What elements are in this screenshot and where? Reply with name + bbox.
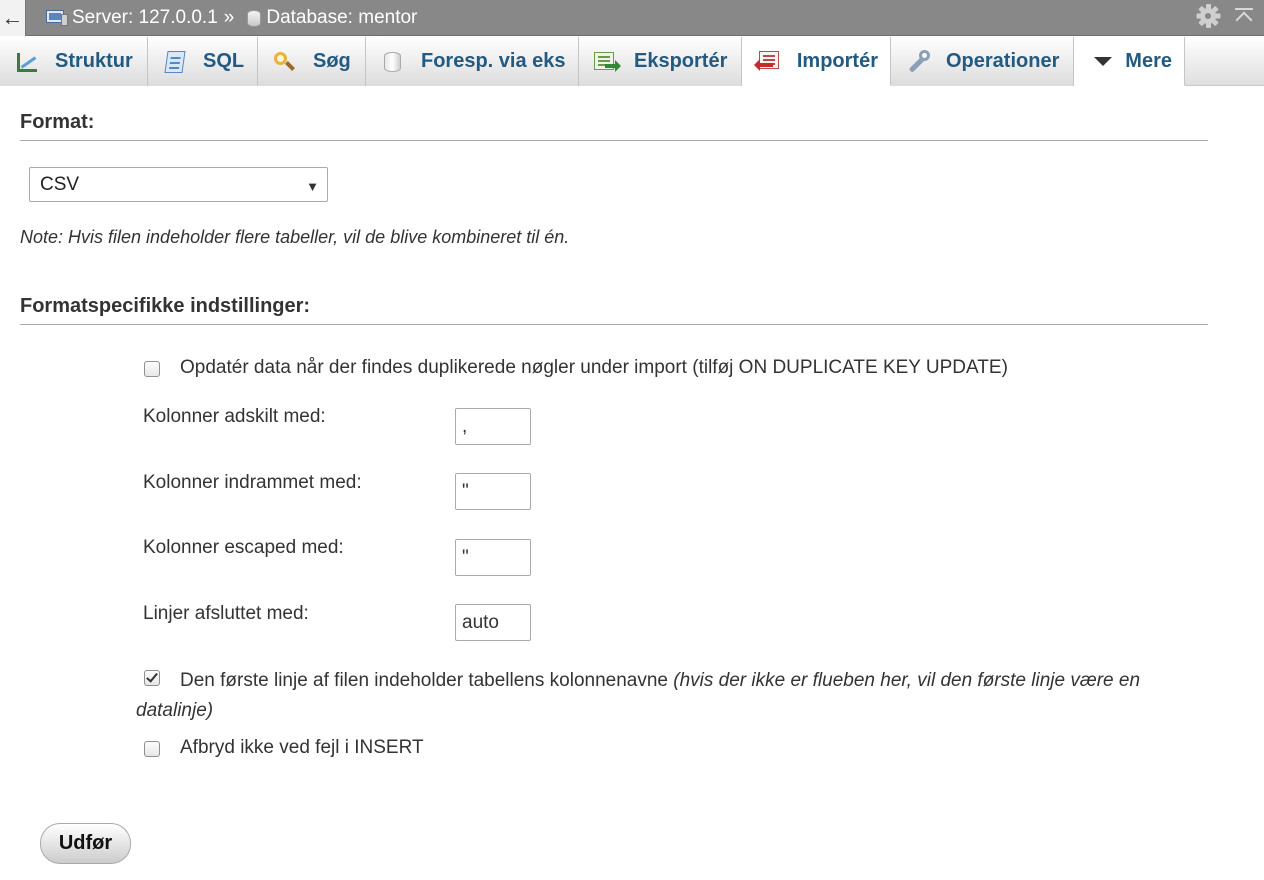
tab-label: Importér bbox=[796, 49, 878, 72]
import-icon bbox=[754, 49, 782, 73]
tab-export[interactable]: Eksportér bbox=[579, 37, 742, 86]
chevron-down-icon: ▼ bbox=[306, 179, 319, 194]
tab-search[interactable]: Søg bbox=[258, 37, 366, 86]
tab-sql[interactable]: SQL bbox=[148, 37, 258, 86]
tab-import[interactable]: Importér bbox=[742, 37, 891, 86]
breadcrumb-database[interactable]: Database: mentor bbox=[266, 7, 417, 29]
tab-operations[interactable]: Operationer bbox=[891, 37, 1074, 86]
no-abort-label: Afbryd ikke ved fejl i INSERT bbox=[180, 737, 424, 758]
format-select[interactable]: CSV ▼ bbox=[29, 167, 328, 202]
submit-button[interactable]: Udfør bbox=[40, 823, 131, 864]
tab-more[interactable]: Mere bbox=[1074, 37, 1185, 86]
enclosed-label: Kolonner indrammet med: bbox=[143, 472, 362, 493]
tab-label: Eksportér bbox=[634, 50, 728, 72]
breadcrumb: Server: 127.0.0.1 » Database: mentor bbox=[46, 0, 417, 36]
tab-structure[interactable]: Struktur bbox=[0, 37, 148, 86]
tab-label: Foresp. via eks bbox=[421, 50, 566, 72]
back-arrow-icon[interactable]: ← bbox=[0, 0, 26, 36]
tab-query[interactable]: Foresp. via eks bbox=[366, 37, 579, 86]
database-icon bbox=[246, 9, 262, 28]
server-icon bbox=[46, 10, 68, 26]
terminated-input[interactable]: auto bbox=[455, 604, 531, 641]
breadcrumb-separator: » bbox=[223, 7, 235, 28]
triangle-down-icon bbox=[1094, 49, 1112, 73]
search-icon bbox=[272, 50, 298, 74]
tab-label: SQL bbox=[203, 50, 245, 72]
format-select-value: CSV bbox=[40, 173, 80, 195]
structure-icon bbox=[14, 50, 40, 74]
gear-icon[interactable] bbox=[1196, 4, 1220, 28]
enclosed-input[interactable]: " bbox=[455, 473, 531, 510]
first-line-option: Den første linje af filen indeholder tab… bbox=[136, 666, 1196, 726]
tab-label: Søg bbox=[313, 50, 351, 72]
separated-input[interactable]: , bbox=[455, 408, 531, 445]
collapse-top-icon[interactable] bbox=[1234, 5, 1254, 29]
no-abort-checkbox[interactable] bbox=[144, 741, 160, 757]
separated-label: Kolonner adskilt med: bbox=[143, 406, 326, 427]
top-breadcrumb-bar: ← Server: 127.0.0.1 » Database: mentor bbox=[0, 0, 1264, 36]
terminated-label: Linjer afsluttet med: bbox=[143, 603, 309, 624]
escaped-input[interactable]: " bbox=[455, 539, 531, 576]
tab-label: Mere bbox=[1125, 49, 1172, 72]
query-icon bbox=[380, 50, 406, 74]
tab-label: Operationer bbox=[946, 50, 1060, 72]
format-note: Note: Hvis filen indeholder flere tabell… bbox=[20, 227, 570, 247]
breadcrumb-server[interactable]: Server: 127.0.0.1 bbox=[72, 7, 218, 29]
duplicate-key-label: Opdatér data når der findes duplikerede … bbox=[180, 357, 1008, 378]
tab-label: Struktur bbox=[55, 50, 133, 72]
duplicate-key-checkbox[interactable] bbox=[144, 361, 160, 377]
format-heading: Format: bbox=[20, 111, 1208, 141]
escaped-label: Kolonner escaped med: bbox=[143, 537, 344, 558]
tab-bar: Struktur SQL Søg Foresp. via eks Eksport… bbox=[0, 37, 1264, 86]
wrench-icon bbox=[905, 49, 931, 74]
sql-icon bbox=[162, 50, 188, 74]
export-icon bbox=[593, 50, 621, 74]
first-line-label: Den første linje af filen indeholder tab… bbox=[180, 670, 668, 691]
format-options-heading: Formatspecifikke indstillinger: bbox=[20, 295, 1208, 325]
